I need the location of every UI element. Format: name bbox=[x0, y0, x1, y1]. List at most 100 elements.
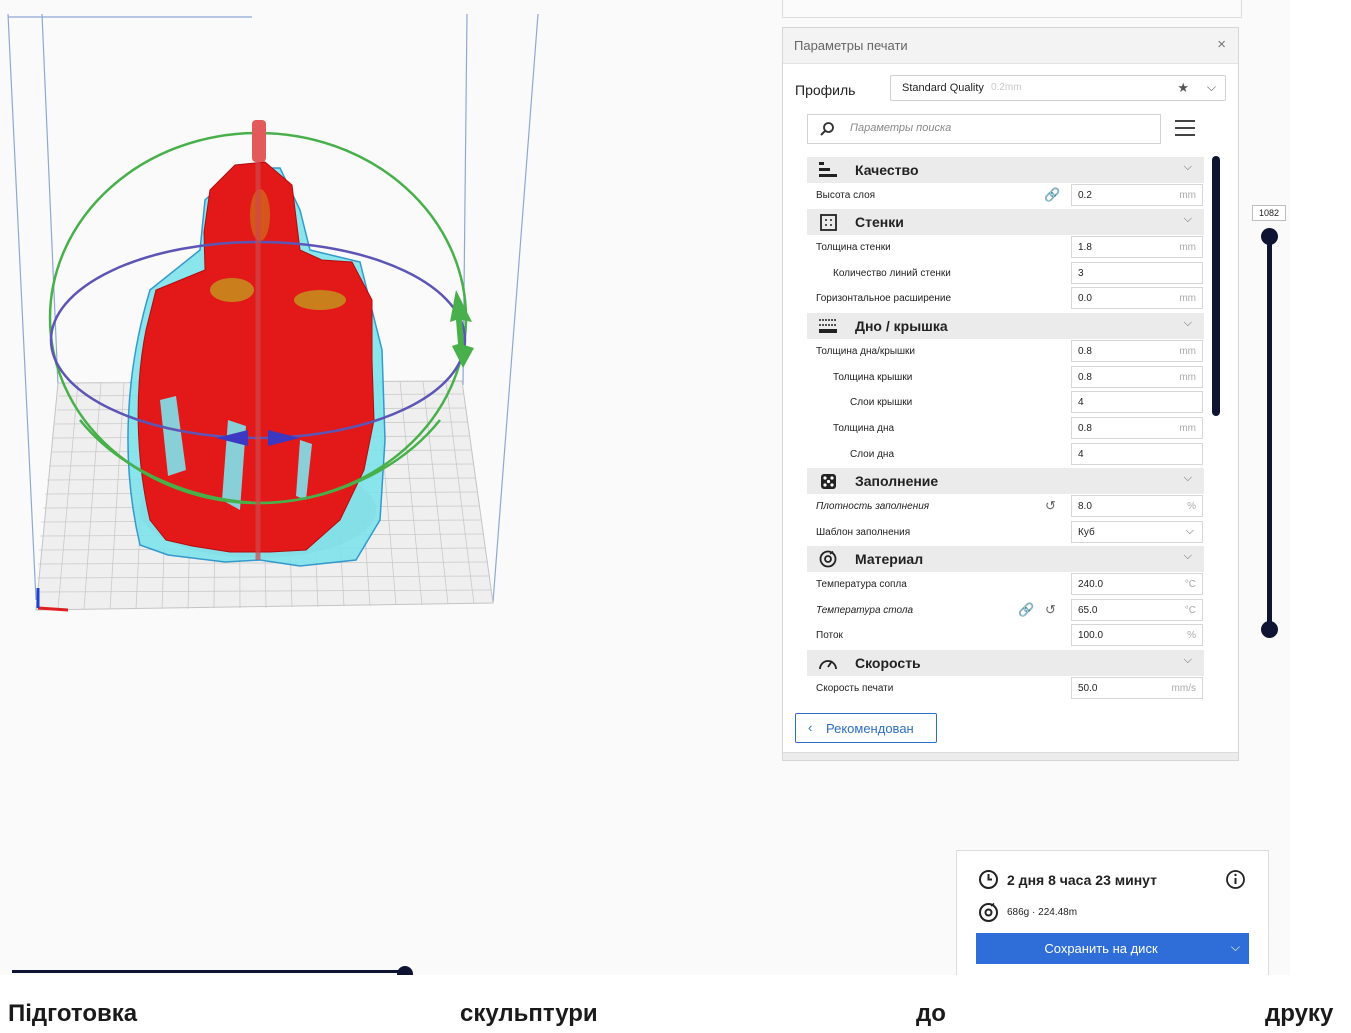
field-unit: % bbox=[1187, 500, 1196, 512]
panel-resize-handle[interactable] bbox=[783, 752, 1238, 760]
category-label: Качество bbox=[855, 161, 919, 178]
category-speed[interactable]: Скорость ⌵ bbox=[807, 650, 1204, 676]
reset-icon[interactable]: ↺ bbox=[1045, 602, 1056, 618]
category-top-bottom[interactable]: Дно / крышка ⌵ bbox=[807, 313, 1204, 339]
field-unit: mm/s bbox=[1171, 682, 1196, 694]
chevron-down-icon[interactable]: ⌵ bbox=[1184, 161, 1192, 174]
setting-label: Горизонтальное расширение bbox=[816, 293, 952, 305]
quality-icon bbox=[818, 160, 838, 180]
document-caption: Підготовка скульптури до друку bbox=[0, 1000, 1351, 1030]
info-icon[interactable] bbox=[1225, 869, 1246, 890]
layer-slider-bottom-handle[interactable] bbox=[1261, 621, 1278, 638]
wall-line-count-field[interactable]: 3 bbox=[1071, 261, 1203, 284]
layer-value[interactable]: 1082 bbox=[1252, 205, 1286, 221]
horizontal-expansion-field[interactable]: 0.0 mm bbox=[1071, 287, 1203, 310]
wall-thickness-field[interactable]: 1.8 mm bbox=[1071, 236, 1203, 259]
panel-title: Параметры печати bbox=[794, 38, 908, 53]
chevron-down-icon[interactable]: ⌵ bbox=[1186, 525, 1194, 538]
profile-select[interactable]: Standard Quality 0.2mm ★ ⌵ bbox=[890, 75, 1226, 101]
category-material[interactable]: Материал ⌵ bbox=[807, 546, 1204, 572]
setting-infill-pattern: Шаблон заполнения Куб ⌵ bbox=[807, 519, 1204, 546]
field-value: 0.2 bbox=[1078, 189, 1092, 201]
setting-infill-density: Плотность заполнения ↺ 8.0 % bbox=[807, 493, 1204, 520]
field-unit: mm bbox=[1179, 189, 1196, 201]
save-to-disk-button[interactable]: Сохранить на диск ⌵ bbox=[976, 933, 1249, 964]
setting-wall-line-count: Количество линий стенки 3 bbox=[807, 260, 1204, 287]
setting-label: Поток bbox=[816, 630, 843, 642]
simulation-slider-track[interactable] bbox=[12, 970, 405, 973]
setting-layer-height: Высота слоя 🔗 0.2 mm bbox=[807, 182, 1204, 209]
field-value: 4 bbox=[1078, 397, 1084, 409]
clock-icon bbox=[979, 870, 998, 889]
setting-label: Высота слоя bbox=[816, 189, 876, 201]
top-layers-field[interactable]: 4 bbox=[1071, 391, 1203, 414]
field-unit: °C bbox=[1184, 604, 1196, 616]
settings-list[interactable]: Качество ⌵ Высота слоя 🔗 0.2 mm Стенки ⌵… bbox=[807, 156, 1204, 699]
field-value: 4 bbox=[1078, 448, 1084, 460]
settings-menu-icon[interactable] bbox=[1175, 120, 1195, 138]
bottom-thickness-field[interactable]: 0.8 mm bbox=[1071, 416, 1203, 439]
link-icon[interactable]: 🔗 bbox=[1044, 187, 1060, 203]
field-value: 0.8 bbox=[1078, 345, 1092, 357]
setting-label: Толщина стенки bbox=[816, 242, 891, 254]
setting-horizontal-expansion: Горизонтальное расширение 0.0 mm bbox=[807, 286, 1204, 313]
setting-label: Количество линий стенки bbox=[833, 267, 951, 279]
speed-icon bbox=[818, 653, 838, 673]
layer-height-field[interactable]: 0.2 mm bbox=[1071, 183, 1203, 206]
bed-temperature-field[interactable]: 65.0 °C bbox=[1071, 598, 1203, 621]
category-quality[interactable]: Качество ⌵ bbox=[807, 157, 1204, 183]
field-value: 240.0 bbox=[1078, 579, 1104, 590]
infill-pattern-select[interactable]: Куб ⌵ bbox=[1071, 520, 1203, 543]
infill-icon bbox=[818, 471, 838, 491]
setting-label: Плотность заполнения bbox=[816, 500, 930, 512]
spool-icon bbox=[979, 902, 998, 922]
chevron-down-icon[interactable]: ⌵ bbox=[1184, 317, 1192, 330]
category-walls[interactable]: Стенки ⌵ bbox=[807, 209, 1204, 236]
bottom-layers-field[interactable]: 4 bbox=[1071, 442, 1203, 465]
setting-bottom-layers: Слои дна 4 bbox=[807, 441, 1204, 468]
setting-label: Толщина крышки bbox=[833, 371, 913, 383]
chevron-down-icon[interactable]: ⌵ bbox=[1207, 80, 1216, 95]
print-speed-field[interactable]: 50.0 mm/s bbox=[1071, 676, 1203, 699]
nozzle-temperature-field[interactable]: 240.0 °C bbox=[1071, 573, 1203, 595]
category-label: Дно / крышка bbox=[855, 317, 948, 334]
setting-top-thickness: Толщина крышки 0.8 mm bbox=[807, 364, 1204, 391]
setting-wall-thickness: Толщина стенки 1.8 mm bbox=[807, 235, 1204, 261]
star-icon[interactable]: ★ bbox=[1177, 80, 1189, 96]
settings-scrollbar[interactable] bbox=[1212, 156, 1220, 416]
setting-bottom-thickness: Толщина дна 0.8 mm bbox=[807, 415, 1204, 442]
print-time: 2 дня 8 часа 23 минут bbox=[1007, 872, 1157, 888]
setting-label: Температура стола bbox=[816, 604, 914, 616]
search-box[interactable] bbox=[807, 114, 1161, 144]
search-input[interactable] bbox=[848, 121, 1152, 135]
recommended-button[interactable]: ‹ Рекомендован bbox=[795, 713, 937, 743]
field-value: 0.0 bbox=[1078, 293, 1092, 305]
chevron-down-icon[interactable]: ⌵ bbox=[1184, 213, 1192, 226]
profile-label: Профиль bbox=[795, 82, 856, 98]
caption-word: до bbox=[916, 1000, 946, 1027]
top-thickness-field[interactable]: 0.8 mm bbox=[1071, 365, 1203, 388]
link-icon[interactable]: 🔗 bbox=[1018, 602, 1034, 618]
setting-label: Толщина дна bbox=[833, 422, 895, 434]
reset-icon[interactable]: ↺ bbox=[1045, 498, 1056, 514]
field-unit: mm bbox=[1179, 345, 1196, 357]
setting-label: Температура сопла bbox=[816, 579, 907, 590]
chevron-down-icon[interactable]: ⌵ bbox=[1184, 654, 1192, 667]
top-bottom-thickness-field[interactable]: 0.8 mm bbox=[1071, 339, 1203, 362]
category-infill[interactable]: Заполнение ⌵ bbox=[807, 468, 1204, 494]
field-value: Куб bbox=[1078, 526, 1095, 538]
close-icon[interactable]: × bbox=[1217, 36, 1226, 53]
category-label: Стенки bbox=[855, 214, 904, 231]
chevron-down-icon[interactable]: ⌵ bbox=[1231, 940, 1240, 955]
setting-print-speed: Скорость печати 50.0 mm/s bbox=[807, 675, 1204, 699]
chevron-down-icon[interactable]: ⌵ bbox=[1184, 472, 1192, 485]
save-label: Сохранить на диск bbox=[1044, 941, 1158, 956]
layer-slider-track[interactable] bbox=[1267, 236, 1272, 630]
layer-slider-top-handle[interactable] bbox=[1261, 228, 1278, 245]
infill-density-field[interactable]: 8.0 % bbox=[1071, 494, 1203, 517]
setting-top-bottom-thickness: Толщина дна/крышки 0.8 mm bbox=[807, 338, 1204, 365]
caption-word: скульптури bbox=[460, 1000, 598, 1027]
setting-label: Толщина дна/крышки bbox=[816, 345, 915, 357]
flow-field[interactable]: 100.0 % bbox=[1071, 624, 1203, 647]
chevron-down-icon[interactable]: ⌵ bbox=[1184, 550, 1192, 563]
